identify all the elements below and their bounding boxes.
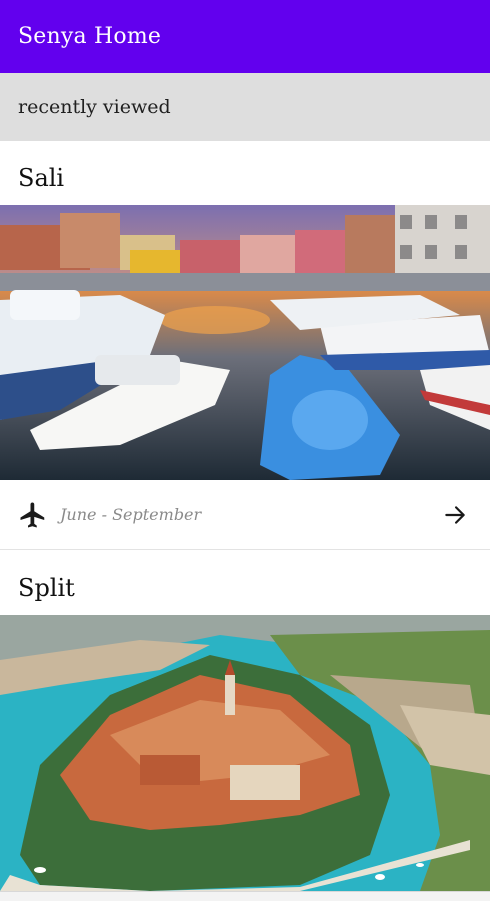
- section-header: recently viewed: [0, 73, 490, 141]
- arrow-right-icon[interactable]: [442, 502, 468, 528]
- airplane-icon: [18, 500, 48, 530]
- section-title: recently viewed: [18, 96, 171, 118]
- sali-card-footer: June - September: [0, 480, 490, 550]
- travel-dates: June - September: [60, 505, 202, 524]
- split-aerial-image: [0, 615, 490, 891]
- sali-harbor-photo[interactable]: [0, 205, 490, 480]
- card-title-split[interactable]: Split: [0, 558, 490, 618]
- sali-harbor-image: [0, 205, 490, 480]
- app-title: Senya Home: [18, 24, 162, 49]
- card-title-label: Sali: [18, 164, 65, 192]
- card-title-label: Split: [18, 574, 75, 602]
- card-title-sali[interactable]: Sali: [0, 148, 490, 208]
- split-aerial-photo[interactable]: [0, 615, 490, 891]
- app-bar: Senya Home: [0, 0, 490, 73]
